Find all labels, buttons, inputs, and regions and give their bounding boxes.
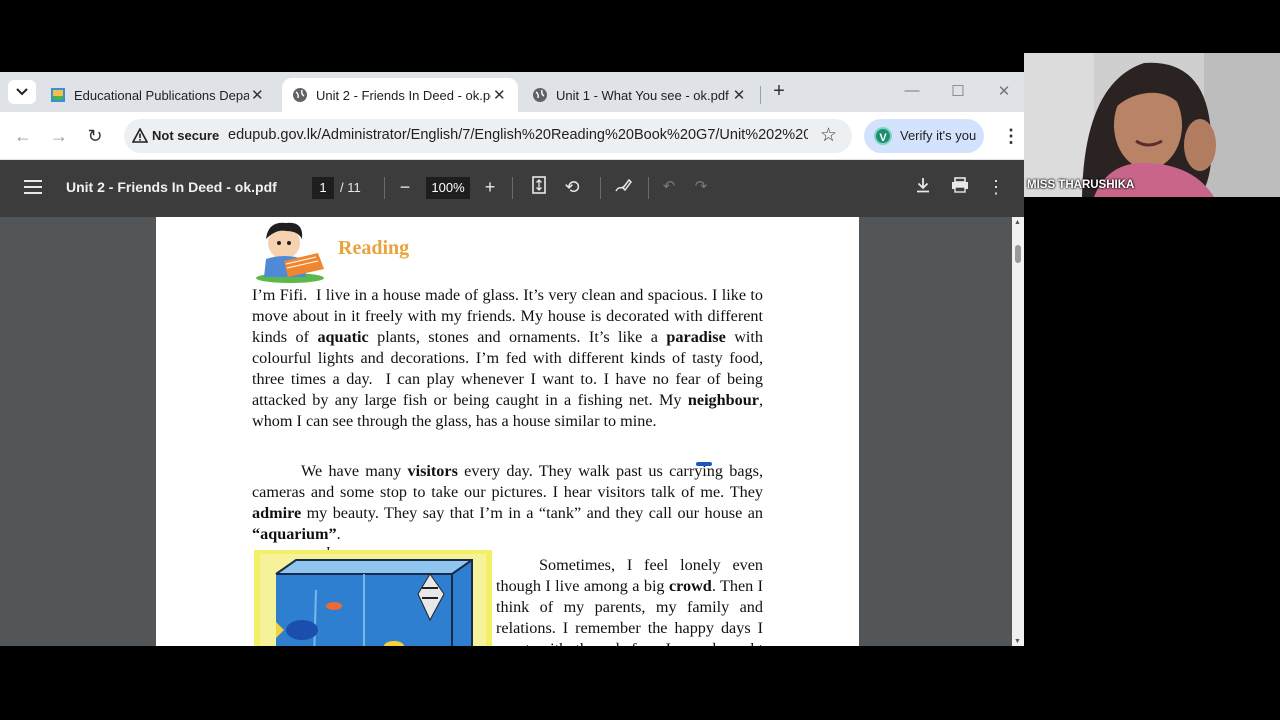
scroll-thumb[interactable]: [1015, 245, 1021, 263]
paragraph-2: We have many visitors every day. They wa…: [252, 462, 763, 543]
tab-search-button[interactable]: [8, 80, 36, 104]
back-icon[interactable]: ←: [12, 125, 34, 147]
profile-avatar: V: [874, 127, 892, 145]
pdf-title: Unit 2 - Friends In Deed - ok.pdf: [66, 179, 277, 195]
toolbar-divider: [512, 177, 513, 199]
bookmark-star-icon[interactable]: ☆: [820, 124, 837, 147]
new-tab-button[interactable]: +: [768, 81, 790, 103]
download-icon[interactable]: [912, 176, 934, 198]
paragraph-3: Sometimes, I feel lonely even though I l…: [496, 556, 764, 646]
screen: Educational Publications Depar ✕ Unit 2 …: [0, 0, 1280, 720]
browser-toolbar: ← → ↻ Not secure edupub.gov.lk/Administr…: [0, 112, 1024, 160]
aquarium-illustration: [254, 550, 492, 646]
security-indicator[interactable]: Not secure: [152, 128, 219, 143]
close-tab-icon[interactable]: ✕: [491, 86, 508, 104]
sidebar-menu-icon[interactable]: [24, 180, 42, 194]
fit-page-icon[interactable]: [528, 176, 550, 198]
redo-icon[interactable]: ↷: [690, 176, 712, 198]
presenter-video: [1024, 53, 1280, 197]
reload-icon[interactable]: ↻: [84, 125, 106, 147]
tab-educational-publications[interactable]: Educational Publications Depar ✕: [40, 78, 276, 112]
window-close-icon[interactable]: ✕: [994, 82, 1014, 100]
tab-title: Unit 1 - What You see - ok.pdf: [556, 87, 729, 103]
page-number-input[interactable]: 1: [312, 177, 334, 199]
warning-triangle-icon: [132, 128, 148, 143]
more-options-icon[interactable]: ⋮: [985, 176, 1007, 198]
vertical-scrollbar[interactable]: ▲ ▼: [1012, 217, 1024, 646]
undo-icon[interactable]: ↶: [658, 176, 680, 198]
maximize-icon[interactable]: ☐: [948, 82, 968, 100]
zoom-input[interactable]: 100%: [426, 177, 470, 199]
edupub-logo-icon: [50, 87, 66, 103]
webcam-feed: MISS THARUSHIKA: [1024, 53, 1280, 197]
tab-divider: [760, 86, 761, 104]
address-bar[interactable]: Not secure edupub.gov.lk/Administrator/E…: [124, 119, 852, 153]
annotate-pen-icon[interactable]: [612, 176, 634, 198]
minimize-icon[interactable]: —: [902, 82, 922, 99]
globe-icon: [292, 87, 308, 103]
browser-window: Educational Publications Depar ✕ Unit 2 …: [0, 72, 1024, 646]
globe-icon: [532, 87, 548, 103]
verify-profile-button[interactable]: V Verify it's you: [864, 119, 984, 153]
scroll-up-icon[interactable]: ▲: [1014, 219, 1021, 226]
toolbar-divider: [648, 177, 649, 199]
tab-title: Educational Publications Depar: [74, 87, 249, 103]
verify-label: Verify it's you: [900, 128, 977, 143]
paragraph-1: I’m Fifi. I live in a house made of glas…: [252, 286, 763, 430]
tab-unit-1[interactable]: Unit 1 - What You see - ok.pdf ✕: [522, 78, 758, 112]
section-heading: Reading: [338, 237, 410, 259]
rotate-icon[interactable]: ⟲: [561, 176, 583, 198]
page-count: / 11: [340, 180, 361, 195]
scroll-down-icon[interactable]: ▼: [1014, 638, 1021, 645]
toolbar-divider: [600, 177, 601, 199]
presenter-name: MISS THARUSHIKA: [1027, 179, 1135, 191]
browser-menu-icon[interactable]: ⋮: [1002, 126, 1020, 147]
pdf-page: Reading I’m Fifi. I live in a house made…: [156, 217, 859, 646]
zoom-in-icon[interactable]: +: [479, 176, 501, 198]
tab-strip: Educational Publications Depar ✕ Unit 2 …: [0, 72, 1024, 112]
tab-title: Unit 2 - Friends In Deed - ok.pd: [316, 87, 491, 103]
chevron-down-icon: [16, 88, 28, 96]
highlight-mark: [696, 462, 712, 466]
forward-icon[interactable]: →: [48, 125, 70, 147]
url-text[interactable]: edupub.gov.lk/Administrator/English/7/En…: [228, 127, 808, 143]
print-icon[interactable]: [949, 176, 971, 198]
reading-child-illustration: [256, 222, 324, 283]
pdf-toolbar: Unit 2 - Friends In Deed - ok.pdf 1 / 11…: [0, 160, 1024, 217]
zoom-out-icon[interactable]: −: [394, 176, 416, 198]
toolbar-divider: [384, 177, 385, 199]
tab-unit-2[interactable]: Unit 2 - Friends In Deed - ok.pd ✕: [282, 78, 518, 112]
close-tab-icon[interactable]: ✕: [249, 86, 266, 104]
close-tab-icon[interactable]: ✕: [730, 86, 748, 104]
pdf-viewport[interactable]: Reading I’m Fifi. I live in a house made…: [0, 217, 1024, 646]
